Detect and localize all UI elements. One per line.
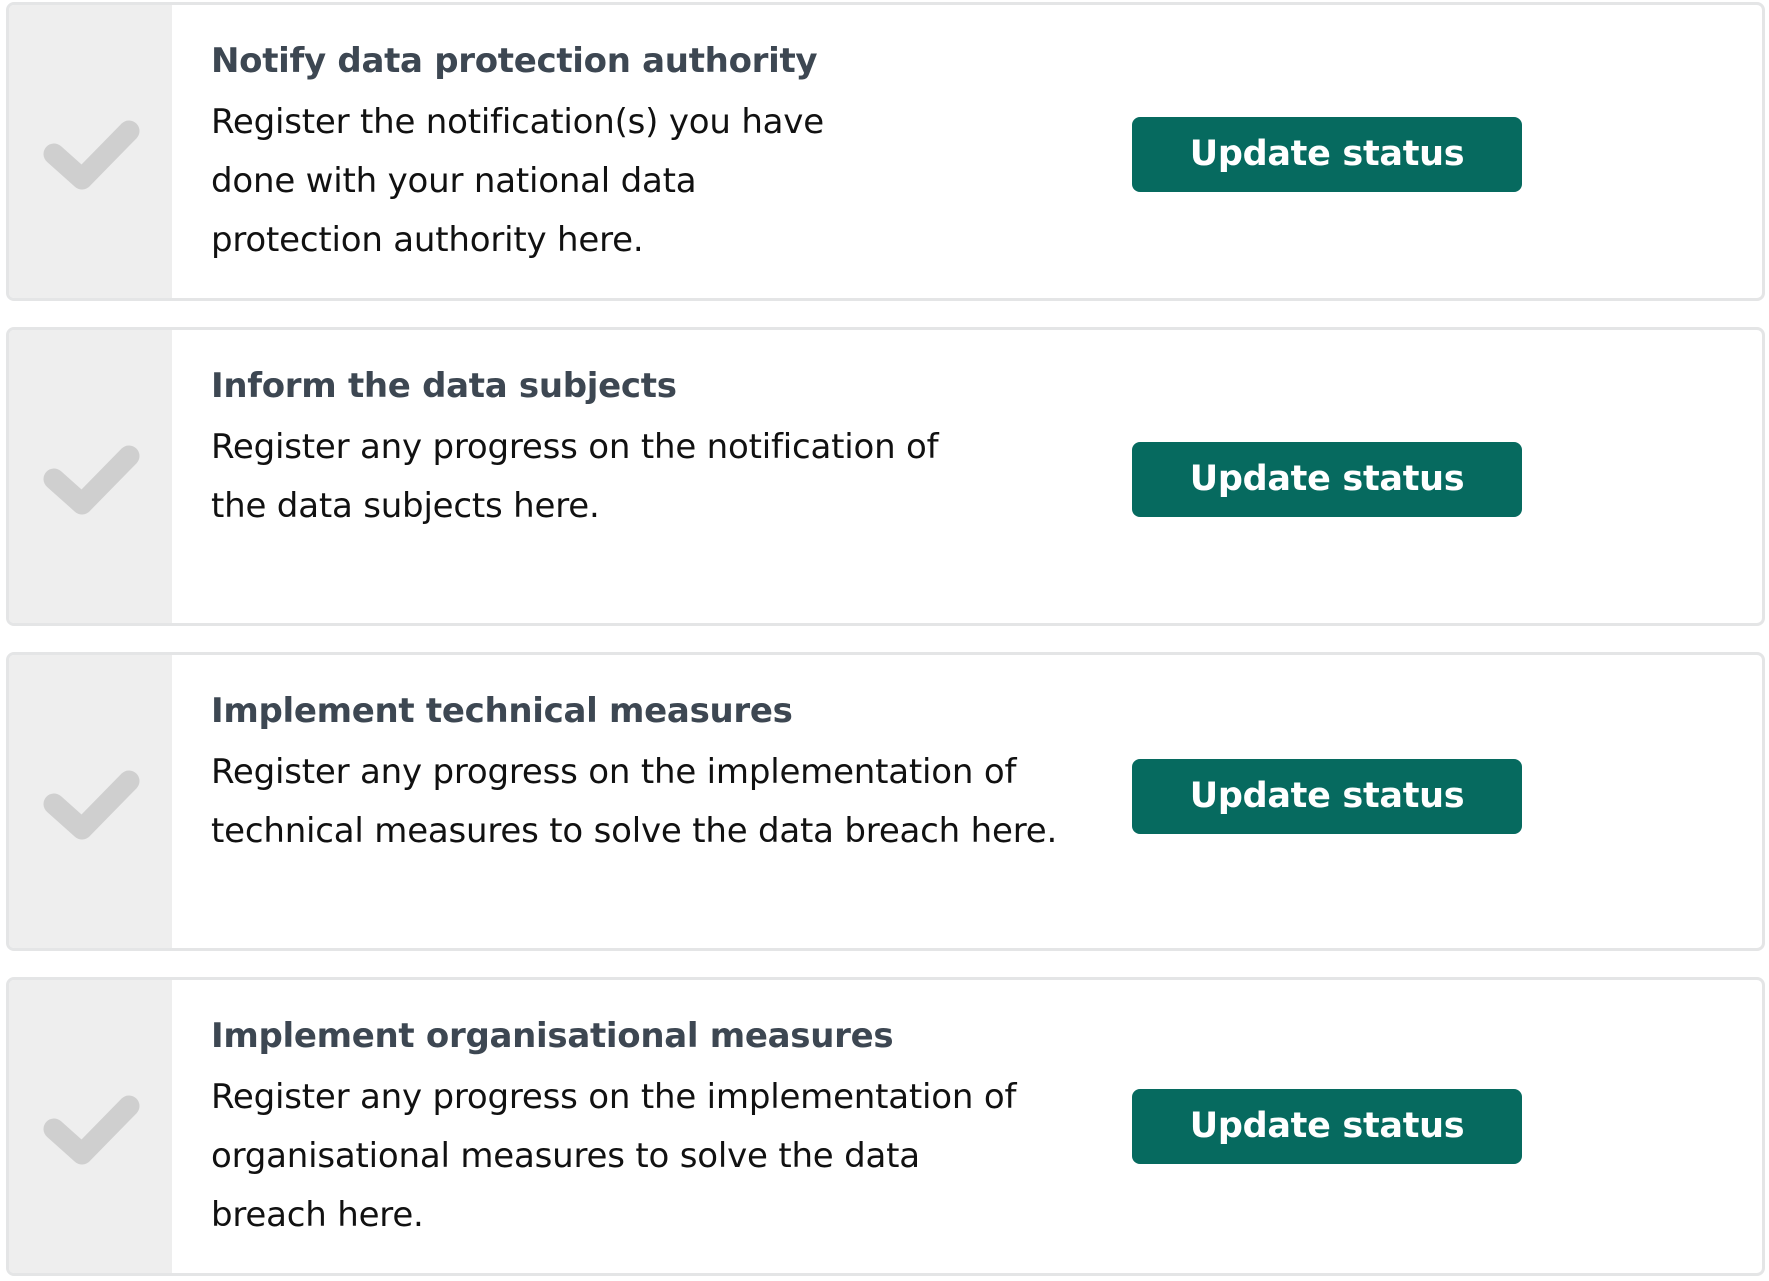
update-status-button[interactable]: Update status (1132, 1089, 1522, 1164)
check-icon (43, 770, 140, 839)
check-icon (43, 120, 140, 189)
breach-task-list: Notify data protection authority Registe… (0, 0, 1769, 1281)
task-status-toggle[interactable] (9, 655, 172, 948)
task-content: Implement technical measures Register an… (211, 689, 1091, 861)
task-title: Inform the data subjects (211, 366, 677, 406)
task-title: Notify data protection authority (211, 41, 818, 81)
task-content: Implement organisational measures Regist… (211, 1014, 1091, 1245)
update-status-button[interactable]: Update status (1132, 117, 1522, 192)
task-description: Register any progress on the notificatio… (211, 427, 939, 526)
task-description: Register any progress on the implementat… (211, 752, 1058, 851)
task-content: Inform the data subjects Register any pr… (211, 364, 1091, 536)
update-status-button[interactable]: Update status (1132, 759, 1522, 834)
task-content: Notify data protection authority Registe… (211, 39, 1091, 270)
task-status-toggle[interactable] (9, 5, 172, 298)
task-description: Register any progress on the implementat… (211, 1077, 1017, 1235)
check-icon (43, 445, 140, 514)
task-card-technical-measures: Implement technical measures Register an… (6, 652, 1765, 951)
task-status-toggle[interactable] (9, 330, 172, 623)
task-title: Implement organisational measures (211, 1016, 894, 1056)
task-card-notify-authority: Notify data protection authority Registe… (6, 2, 1765, 301)
task-title: Implement technical measures (211, 691, 793, 731)
task-card-inform-subjects: Inform the data subjects Register any pr… (6, 327, 1765, 626)
task-card-organisational-measures: Implement organisational measures Regist… (6, 977, 1765, 1276)
task-status-toggle[interactable] (9, 980, 172, 1273)
update-status-button[interactable]: Update status (1132, 442, 1522, 517)
task-description: Register the notification(s) you have do… (211, 102, 824, 260)
check-icon (43, 1095, 140, 1164)
